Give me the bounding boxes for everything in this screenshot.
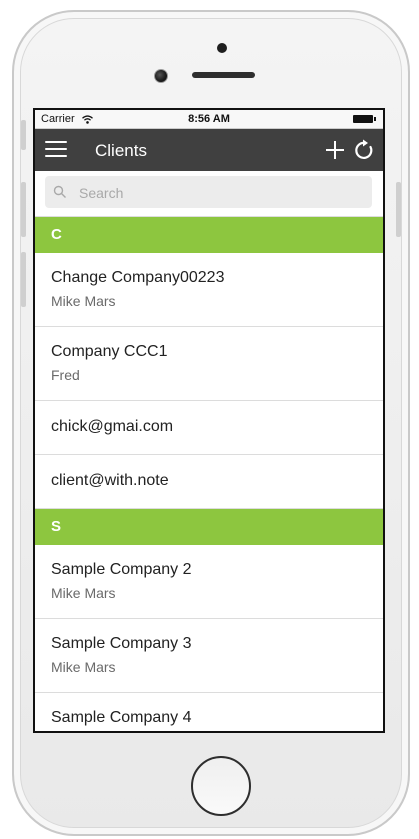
earpiece-speaker (192, 72, 255, 78)
front-camera (217, 43, 227, 53)
power-button (396, 182, 401, 237)
search-input[interactable] (77, 181, 361, 205)
list-item[interactable]: Sample Company 4 (35, 693, 383, 731)
add-icon[interactable] (325, 139, 345, 161)
status-bar: Carrier 8:56 AM (35, 110, 383, 129)
list-item[interactable]: chick@gmai.com (35, 401, 383, 455)
list-item[interactable]: client@with.note (35, 455, 383, 509)
section-header-c: C (35, 217, 383, 253)
list-item[interactable]: Change Company00223 Mike Mars (35, 253, 383, 327)
volume-up-button (21, 182, 26, 237)
client-contact: Mike Mars (51, 585, 116, 601)
search-bar (35, 171, 383, 217)
client-contact: Mike Mars (51, 659, 116, 675)
client-name: chick@gmai.com (51, 418, 174, 435)
client-name: Sample Company 4 (51, 709, 192, 726)
client-name: Company CCC1 (51, 343, 168, 360)
menu-icon[interactable] (45, 141, 67, 159)
nav-bar: Clients (35, 129, 383, 171)
silent-switch (21, 120, 26, 150)
client-contact: Mike Mars (51, 293, 116, 309)
sensor (154, 69, 168, 83)
client-name: client@with.note (51, 472, 169, 489)
refresh-icon[interactable] (353, 138, 375, 162)
client-name: Sample Company 3 (51, 635, 192, 652)
volume-down-button (21, 252, 26, 307)
battery-icon (353, 115, 376, 123)
page-title: Clients (95, 141, 147, 160)
app-screen: Carrier 8:56 AM Clients Search C Change … (33, 108, 385, 733)
client-list: C Change Company00223 Mike Mars Company … (35, 217, 383, 731)
home-button[interactable] (191, 756, 251, 816)
client-name: Change Company00223 (51, 269, 225, 286)
search-icon (53, 185, 66, 198)
status-time: 8:56 AM (188, 113, 230, 125)
section-header-s: S (35, 509, 383, 545)
client-contact: Fred (51, 367, 80, 383)
list-item[interactable]: Sample Company 3 Mike Mars (35, 619, 383, 693)
client-name: Sample Company 2 (51, 561, 192, 578)
list-item[interactable]: Company CCC1 Fred (35, 327, 383, 401)
search-box[interactable] (45, 176, 372, 208)
list-item[interactable]: Sample Company 2 Mike Mars (35, 545, 383, 619)
